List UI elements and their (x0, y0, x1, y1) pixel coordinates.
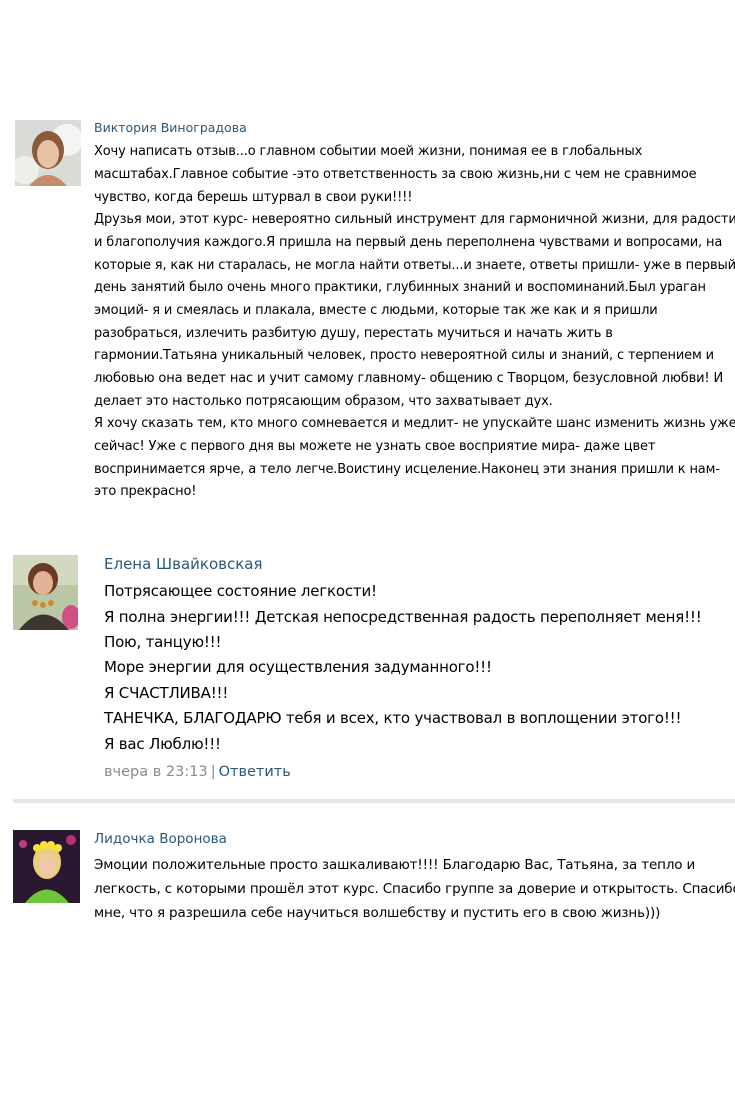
comment-meta: вчера в 23:13 | Ответить (104, 764, 291, 780)
comment-author[interactable]: Лидочка Воронова (94, 831, 227, 847)
comment-text-line: ТАНЕЧКА, БЛАГОДАРЮ тебя и всех, кто учас… (104, 709, 682, 727)
comment-text-line: масштабах.Главное событие -это ответстве… (94, 167, 697, 182)
comment-text-line: любовью она ведет нас и учит самому глав… (94, 371, 724, 386)
comment-text-line: и благополучия каждого.Я пришла на первы… (94, 235, 723, 250)
comment-text-line: Хочу написать отзыв...о главном событии … (94, 144, 643, 159)
comment-text-line: сейчас! Уже с первого дня вы можете не у… (94, 439, 656, 454)
comment-text-line: Эмоции положительные просто зашкаливают!… (94, 857, 696, 873)
meta-separator: | (210, 764, 216, 780)
avatar[interactable] (15, 120, 81, 186)
reply-link[interactable]: Ответить (219, 764, 291, 780)
avatar[interactable] (13, 555, 78, 630)
comment-text-line: Потрясающее состояние легкости! (104, 582, 377, 600)
comment-timestamp[interactable]: вчера в 23:13 (104, 764, 208, 780)
comment-text-line: Я хочу сказать тем, кто много сомневаетс… (94, 416, 735, 431)
comment-text-line: Я полна энергии!!! Детская непосредствен… (104, 608, 702, 626)
comment-text-line: которые я, как ни старалась, не могла на… (94, 258, 735, 273)
comment-author[interactable]: Елена Швайковская (104, 555, 262, 573)
comment-text-line: Я вас Люблю!!! (104, 735, 221, 753)
comment-text-line: разобраться, излечить разбитую душу, пер… (94, 326, 613, 341)
avatar[interactable] (13, 830, 80, 903)
comment-text-line: гармонии.Татьяна уникальный человек, про… (94, 348, 714, 363)
comment-text-line: Друзья мои, этот курс- невероятно сильны… (94, 212, 735, 227)
comment-divider (13, 799, 735, 803)
comment-text-line: эмоций- я и смеялась и плакала, вместе с… (94, 303, 658, 318)
comment-text-line: воспринимается ярче, а тело легче.Воисти… (94, 462, 720, 477)
comment-text-line: Море энергии для осуществления задуманно… (104, 658, 492, 676)
comment-text-line: мне, что я разрешила себе научиться волш… (94, 905, 661, 921)
comment-author[interactable]: Виктория Виноградова (94, 120, 247, 135)
comment-text-line: чувство, когда берешь штурвал в свои рук… (94, 190, 413, 205)
comment-text-line: это прекрасно! (94, 484, 197, 499)
comment-text-line: Я СЧАСТЛИВА!!! (104, 684, 229, 702)
comment-text-line: делает это настолько потрясающим образом… (94, 394, 553, 409)
comment-text-line: легкость, с которыми прошёл этот курс. С… (94, 881, 735, 897)
comment-text-line: Пою, танцую!!! (104, 633, 222, 651)
comment-text-line: день занятий было очень много практики, … (94, 280, 706, 295)
